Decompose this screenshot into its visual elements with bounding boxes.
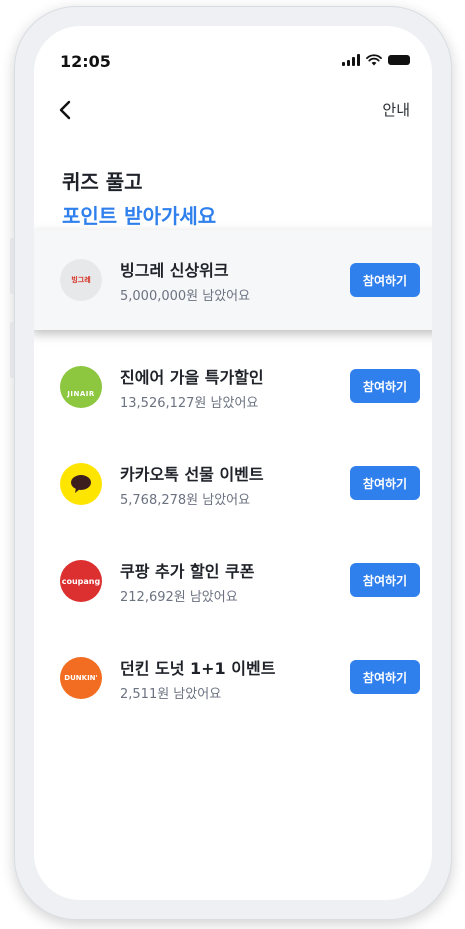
volume-up-button <box>10 238 14 294</box>
coupang-logo: coupang <box>60 560 102 602</box>
quiz-name: 카카오톡 선물 이벤트 <box>120 465 264 484</box>
quiz-remaining: 5,000,000원 남았어요 <box>120 289 251 304</box>
join-button[interactable]: 참여하기 <box>350 563 420 597</box>
quiz-item-coupang[interactable]: coupang 쿠팡 추가 할인 쿠폰 212,692원 남았어요 참여하기 <box>34 538 432 626</box>
quiz-item-binggrae[interactable]: 빙그레 빙그레 신상위크 5,000,000원 남았어요 참여하기 <box>34 230 432 330</box>
jinair-logo: JINAIR <box>60 366 102 408</box>
quiz-item-jinair[interactable]: JINAIR 진에어 가을 특가할인 13,526,127원 남았어요 참여하기 <box>34 344 432 432</box>
quiz-name: 진에어 가을 특가할인 <box>120 368 264 387</box>
hero-subtitle: 포인트 받아가세요 <box>62 204 217 228</box>
quiz-name: 쿠팡 추가 할인 쿠폰 <box>120 562 255 581</box>
signal-icon <box>342 54 360 66</box>
join-button[interactable]: 참여하기 <box>350 369 420 403</box>
quiz-item-dunkin[interactable]: DUNKIN' 던킨 도넛 1+1 이벤트 2,511원 남았어요 참여하기 <box>34 635 432 723</box>
status-icons <box>342 54 410 66</box>
back-arrow-icon[interactable] <box>52 96 80 124</box>
hero-title: 퀴즈 풀고 <box>62 170 143 194</box>
battery-icon <box>388 55 410 65</box>
quiz-remaining: 5,768,278원 남았어요 <box>120 493 251 508</box>
binggrae-logo: 빙그레 <box>60 259 102 301</box>
quiz-name: 던킨 도넛 1+1 이벤트 <box>120 659 276 678</box>
quiz-remaining: 13,526,127원 남았어요 <box>120 396 259 411</box>
app-screen: 12:05 안내 퀴즈 풀고 포인트 받아가세요 빙그레 빙그레 신상위크 5,… <box>34 26 432 900</box>
wifi-icon <box>366 54 382 66</box>
dunkin-logo: DUNKIN' <box>60 657 102 699</box>
kakaotalk-logo <box>60 463 102 505</box>
join-button[interactable]: 참여하기 <box>350 660 420 694</box>
quiz-item-kakao[interactable]: 카카오톡 선물 이벤트 5,768,278원 남았어요 참여하기 <box>34 441 432 529</box>
status-time: 12:05 <box>60 52 111 71</box>
quiz-remaining: 2,511원 남았어요 <box>120 687 222 702</box>
join-button[interactable]: 참여하기 <box>350 263 420 297</box>
guide-link[interactable]: 안내 <box>382 99 410 120</box>
quiz-name: 빙그레 신상위크 <box>120 261 229 280</box>
quiz-remaining: 212,692원 남았어요 <box>120 590 238 605</box>
volume-down-button <box>10 322 14 378</box>
join-button[interactable]: 참여하기 <box>350 466 420 500</box>
speech-bubble-icon <box>71 475 91 493</box>
